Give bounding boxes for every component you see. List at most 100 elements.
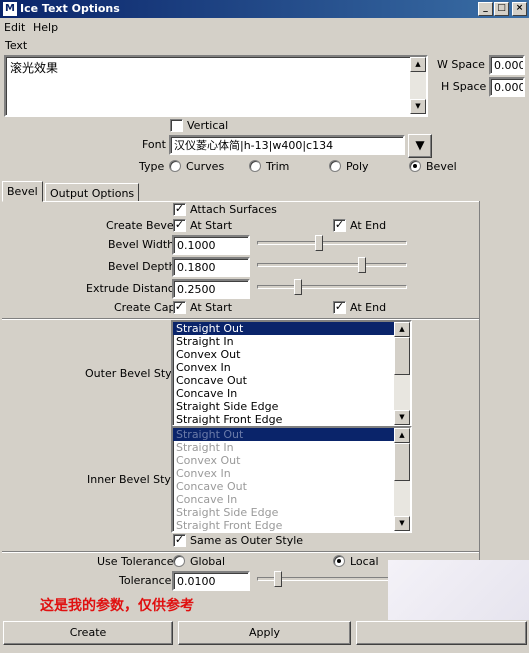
- bevel-width-slider[interactable]: [257, 241, 407, 245]
- type-curves-label: Curves: [186, 160, 225, 173]
- bevel-at-end-label: At End: [350, 219, 387, 232]
- tab-bevel[interactable]: Bevel: [2, 181, 43, 202]
- h-space-label: H Space: [441, 80, 487, 93]
- tolerance-global-label: Global: [190, 555, 226, 568]
- tolerance-label: Tolerance: [119, 574, 172, 587]
- bevel-width-label: Bevel Width: [108, 238, 175, 251]
- h-space-field[interactable]: 0.000: [489, 77, 525, 97]
- list-item[interactable]: Straight In: [173, 335, 394, 348]
- w-space-label: W Space: [437, 58, 485, 71]
- w-space-field[interactable]: 0.000: [489, 55, 525, 75]
- list-item[interactable]: Straight Front Edge: [173, 413, 394, 426]
- inner-scroll-down-icon[interactable]: ▼: [394, 516, 410, 531]
- tolerance-global-radio[interactable]: [173, 555, 185, 567]
- bevel-depth-slider[interactable]: [257, 263, 407, 267]
- inner-scrollbar[interactable]: [394, 443, 410, 516]
- window-title: Ice Text Options: [20, 2, 120, 15]
- menu-bar: Edit Help: [0, 19, 529, 37]
- type-curves-radio[interactable]: [169, 160, 181, 172]
- tolerance-field[interactable]: 0.0100: [172, 571, 250, 591]
- tolerance-local-radio[interactable]: [333, 555, 345, 567]
- create-bevel-label: Create Bevel: [106, 219, 177, 232]
- inner-bevel-style-list[interactable]: Straight Out Straight In Convex Out Convex …: [171, 426, 412, 533]
- list-item[interactable]: Straight Side Edge: [173, 506, 394, 519]
- type-label: Type: [139, 160, 165, 173]
- list-item[interactable]: Convex In: [173, 361, 394, 374]
- title-bar: M Ice Text Options _ □ ×: [0, 0, 529, 18]
- bevel-depth-slider-thumb[interactable]: [357, 257, 366, 273]
- list-item[interactable]: Concave In: [173, 387, 394, 400]
- same-as-outer-label: Same as Outer Style: [190, 534, 304, 547]
- list-item[interactable]: Concave Out: [173, 480, 394, 493]
- list-item[interactable]: Straight Side Edge: [173, 400, 394, 413]
- type-trim-label: Trim: [266, 160, 290, 173]
- extrude-distance-slider[interactable]: [257, 285, 407, 289]
- outer-bevel-style-label: Outer Bevel Style: [85, 367, 182, 380]
- outer-scroll-thumb[interactable]: [394, 337, 410, 375]
- outer-scroll-down-icon[interactable]: ▼: [394, 410, 410, 425]
- bevel-depth-field[interactable]: 0.1800: [172, 257, 250, 277]
- list-item[interactable]: Concave In: [173, 493, 394, 506]
- separator: [2, 551, 479, 553]
- apply-button[interactable]: Apply: [178, 621, 351, 645]
- list-item[interactable]: Straight Out: [173, 428, 394, 441]
- list-item[interactable]: Convex Out: [173, 348, 394, 361]
- close-dialog-button[interactable]: [356, 621, 527, 645]
- tab-output-options[interactable]: Output Options: [45, 183, 140, 202]
- attach-surfaces-checkbox[interactable]: ✓: [173, 203, 186, 216]
- bevel-depth-label: Bevel Depth: [108, 260, 176, 273]
- list-item[interactable]: Convex Out: [173, 454, 394, 467]
- minimize-button[interactable]: _: [478, 2, 493, 16]
- menu-help[interactable]: Help: [33, 21, 58, 35]
- tab-panel-border: [2, 201, 480, 202]
- cap-at-end-checkbox[interactable]: ✓: [333, 301, 346, 314]
- type-trim-radio[interactable]: [249, 160, 261, 172]
- use-tolerance-label: Use Tolerance: [97, 555, 174, 568]
- font-field[interactable]: 汉仪菱心体简|h-13|w400|c134: [169, 135, 405, 155]
- list-item[interactable]: Straight Front Edge: [173, 519, 394, 532]
- list-item[interactable]: Straight Out: [173, 322, 394, 335]
- cap-at-start-checkbox[interactable]: ✓: [173, 301, 186, 314]
- triangle-down-icon: ▼: [415, 138, 425, 152]
- outer-scroll-up-icon[interactable]: ▲: [394, 322, 410, 337]
- scroll-up-icon[interactable]: ▲: [410, 57, 426, 72]
- tab-panel-right-border: [479, 201, 480, 591]
- inner-scroll-up-icon[interactable]: ▲: [394, 428, 410, 443]
- same-as-outer-checkbox[interactable]: ✓: [173, 534, 186, 547]
- list-item[interactable]: Concave Out: [173, 374, 394, 387]
- close-button[interactable]: ×: [512, 2, 527, 16]
- cap-at-start-label: At Start: [190, 301, 233, 314]
- extrude-distance-field[interactable]: 0.2500: [172, 279, 250, 299]
- inner-bevel-style-label: Inner Bevel Style: [87, 473, 181, 486]
- list-item[interactable]: Convex In: [173, 467, 394, 480]
- type-bevel-radio[interactable]: [409, 160, 421, 172]
- vertical-checkbox[interactable]: [170, 119, 183, 132]
- tolerance-slider-thumb[interactable]: [274, 571, 283, 587]
- bevel-width-slider-thumb[interactable]: [315, 235, 324, 251]
- menu-edit[interactable]: Edit: [4, 21, 25, 35]
- text-scrollbar[interactable]: [410, 72, 426, 99]
- bevel-at-end-checkbox[interactable]: ✓: [333, 219, 346, 232]
- font-picker-button[interactable]: ▼: [408, 134, 432, 158]
- type-bevel-label: Bevel: [426, 160, 457, 173]
- bevel-width-field[interactable]: 0.1000: [172, 235, 250, 255]
- inner-list-items: Straight Out Straight In Convex Out Convex …: [173, 428, 394, 532]
- font-label: Font: [142, 138, 166, 151]
- bevel-at-start-checkbox[interactable]: ✓: [173, 219, 186, 232]
- list-item[interactable]: Straight In: [173, 441, 394, 454]
- maximize-button[interactable]: □: [494, 2, 509, 16]
- text-value: 滚光效果: [10, 61, 59, 75]
- scroll-down-icon[interactable]: ▼: [410, 99, 426, 114]
- create-button[interactable]: Create: [3, 621, 173, 645]
- inner-scroll-thumb[interactable]: [394, 443, 410, 481]
- extrude-distance-label: Extrude Distance: [86, 282, 181, 295]
- outer-bevel-style-list[interactable]: Straight Out Straight In Convex Out Convex …: [171, 320, 412, 427]
- create-cap-label: Create Cap: [114, 301, 176, 314]
- extrude-distance-slider-thumb[interactable]: [293, 279, 302, 295]
- outer-scrollbar[interactable]: [394, 337, 410, 410]
- type-poly-radio[interactable]: [329, 160, 341, 172]
- type-poly-label: Poly: [346, 160, 369, 173]
- attach-surfaces-label: Attach Surfaces: [190, 203, 277, 216]
- text-input[interactable]: 滚光效果 ▲ ▼: [4, 55, 428, 117]
- text-label: Text: [5, 39, 28, 52]
